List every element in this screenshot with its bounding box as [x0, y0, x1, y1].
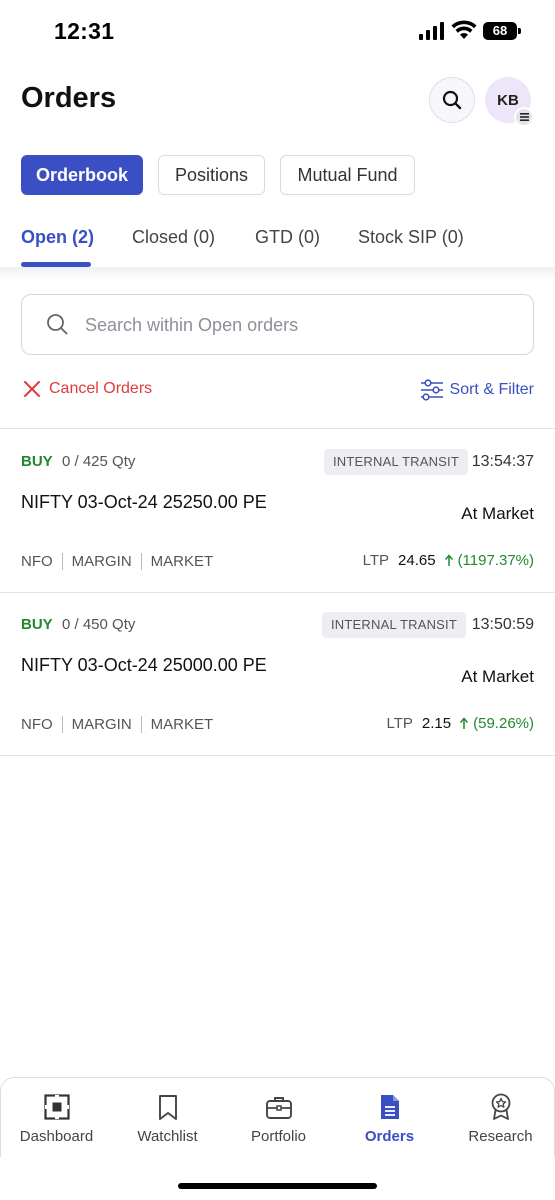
- award-icon: [491, 1093, 510, 1120]
- bottom-nav: Dashboard Watchlist Portfolio Orders Res…: [0, 1077, 555, 1157]
- tabs-divider: [0, 267, 555, 279]
- wifi-icon: [451, 20, 477, 39]
- status-time: 12:31: [54, 18, 115, 44]
- order-meta: NFO MARGIN MARKET: [21, 553, 213, 570]
- arrow-up-icon: [460, 717, 469, 729]
- sort-filter-label: Sort & Filter: [449, 381, 534, 398]
- tab-closed[interactable]: Closed (0): [132, 227, 215, 248]
- search-field[interactable]: [21, 294, 534, 355]
- order-time: 13:50:59: [471, 616, 534, 633]
- product-type: MARGIN: [71, 553, 132, 570]
- price-type: MARKET: [150, 553, 214, 570]
- segment-positions[interactable]: Positions: [158, 155, 265, 195]
- briefcase-icon: [265, 1096, 292, 1119]
- nav-portfolio-label: Portfolio: [250, 1128, 307, 1145]
- divider: [0, 755, 555, 756]
- search-input[interactable]: [85, 309, 515, 341]
- tab-open[interactable]: Open (2): [21, 227, 94, 248]
- menu-icon[interactable]: [514, 107, 534, 127]
- search-button[interactable]: [429, 77, 475, 123]
- status-bar: 12:31 68: [0, 0, 555, 64]
- home-indicator: [178, 1183, 377, 1189]
- nav-orders-label: Orders: [364, 1128, 415, 1145]
- ltp-info: LTP 24.65 (1197.37%): [363, 552, 534, 569]
- exchange: NFO: [21, 553, 53, 570]
- ltp-info: LTP 2.15 (59.26%): [387, 715, 534, 732]
- nav-watchlist[interactable]: Watchlist: [112, 1092, 223, 1145]
- nav-research[interactable]: Research: [445, 1092, 555, 1145]
- instrument-name: NIFTY 03-Oct-24 25000.00 PE: [21, 655, 267, 675]
- search-icon: [442, 90, 462, 110]
- order-status-tabs: Open (2) Closed (0) GTD (0) Stock SIP (0…: [0, 210, 555, 268]
- nav-watchlist-label: Watchlist: [137, 1128, 198, 1145]
- ltp-change: (1197.37%): [457, 552, 534, 569]
- sliders-icon: [420, 379, 443, 401]
- battery-icon: 68: [483, 22, 521, 40]
- document-icon: [380, 1095, 399, 1119]
- nav-orders[interactable]: Orders: [334, 1092, 445, 1145]
- order-meta: NFO MARGIN MARKET: [21, 716, 213, 733]
- cancel-orders-button[interactable]: Cancel Orders: [23, 380, 152, 398]
- nav-dashboard[interactable]: Dashboard: [1, 1092, 112, 1145]
- ltp-value: 2.15: [421, 715, 452, 732]
- cancel-orders-label: Cancel Orders: [49, 380, 153, 397]
- page-title: Orders: [21, 82, 117, 114]
- arrow-up-icon: [444, 554, 453, 566]
- search-icon: [47, 314, 68, 335]
- tab-stock-sip[interactable]: Stock SIP (0): [358, 227, 464, 248]
- nav-portfolio[interactable]: Portfolio: [223, 1092, 334, 1145]
- instrument-name: NIFTY 03-Oct-24 25250.00 PE: [21, 492, 267, 512]
- ltp-label: LTP: [362, 552, 390, 569]
- order-card[interactable]: BUY 0 / 425 Qty INTERNAL TRANSIT 13:54:3…: [0, 429, 555, 592]
- product-type: MARGIN: [71, 716, 132, 733]
- price-type: MARKET: [150, 716, 214, 733]
- order-qty: 0 / 425 Qty: [62, 453, 136, 470]
- close-icon: [24, 381, 40, 397]
- avatar-initials: KB: [497, 91, 519, 109]
- nav-dashboard-label: Dashboard: [19, 1128, 94, 1145]
- exchange: NFO: [21, 716, 53, 733]
- order-side: BUY: [21, 453, 53, 470]
- ltp-change: (59.26%): [473, 715, 534, 732]
- ltp-value: 24.65: [398, 552, 436, 569]
- order-time: 13:54:37: [471, 453, 534, 470]
- order-type: At Market: [461, 504, 534, 523]
- order-card[interactable]: BUY 0 / 450 Qty INTERNAL TRANSIT 13:50:5…: [0, 592, 555, 755]
- segment-orderbook[interactable]: Orderbook: [21, 155, 143, 195]
- ltp-label: LTP: [386, 715, 413, 732]
- nav-research-label: Research: [468, 1128, 533, 1145]
- bookmark-icon: [158, 1094, 177, 1120]
- segment-mutual-fund[interactable]: Mutual Fund: [280, 155, 415, 195]
- status-badge: INTERNAL TRANSIT: [322, 612, 466, 638]
- order-qty: 0 / 450 Qty: [62, 616, 136, 633]
- tab-gtd[interactable]: GTD (0): [255, 227, 320, 248]
- order-type: At Market: [461, 667, 534, 686]
- status-badge: INTERNAL TRANSIT: [324, 449, 468, 475]
- sort-filter-button[interactable]: Sort & Filter: [420, 378, 534, 402]
- cellular-signal-icon: [419, 22, 447, 40]
- dashboard-icon: [43, 1094, 70, 1120]
- order-side: BUY: [21, 616, 53, 633]
